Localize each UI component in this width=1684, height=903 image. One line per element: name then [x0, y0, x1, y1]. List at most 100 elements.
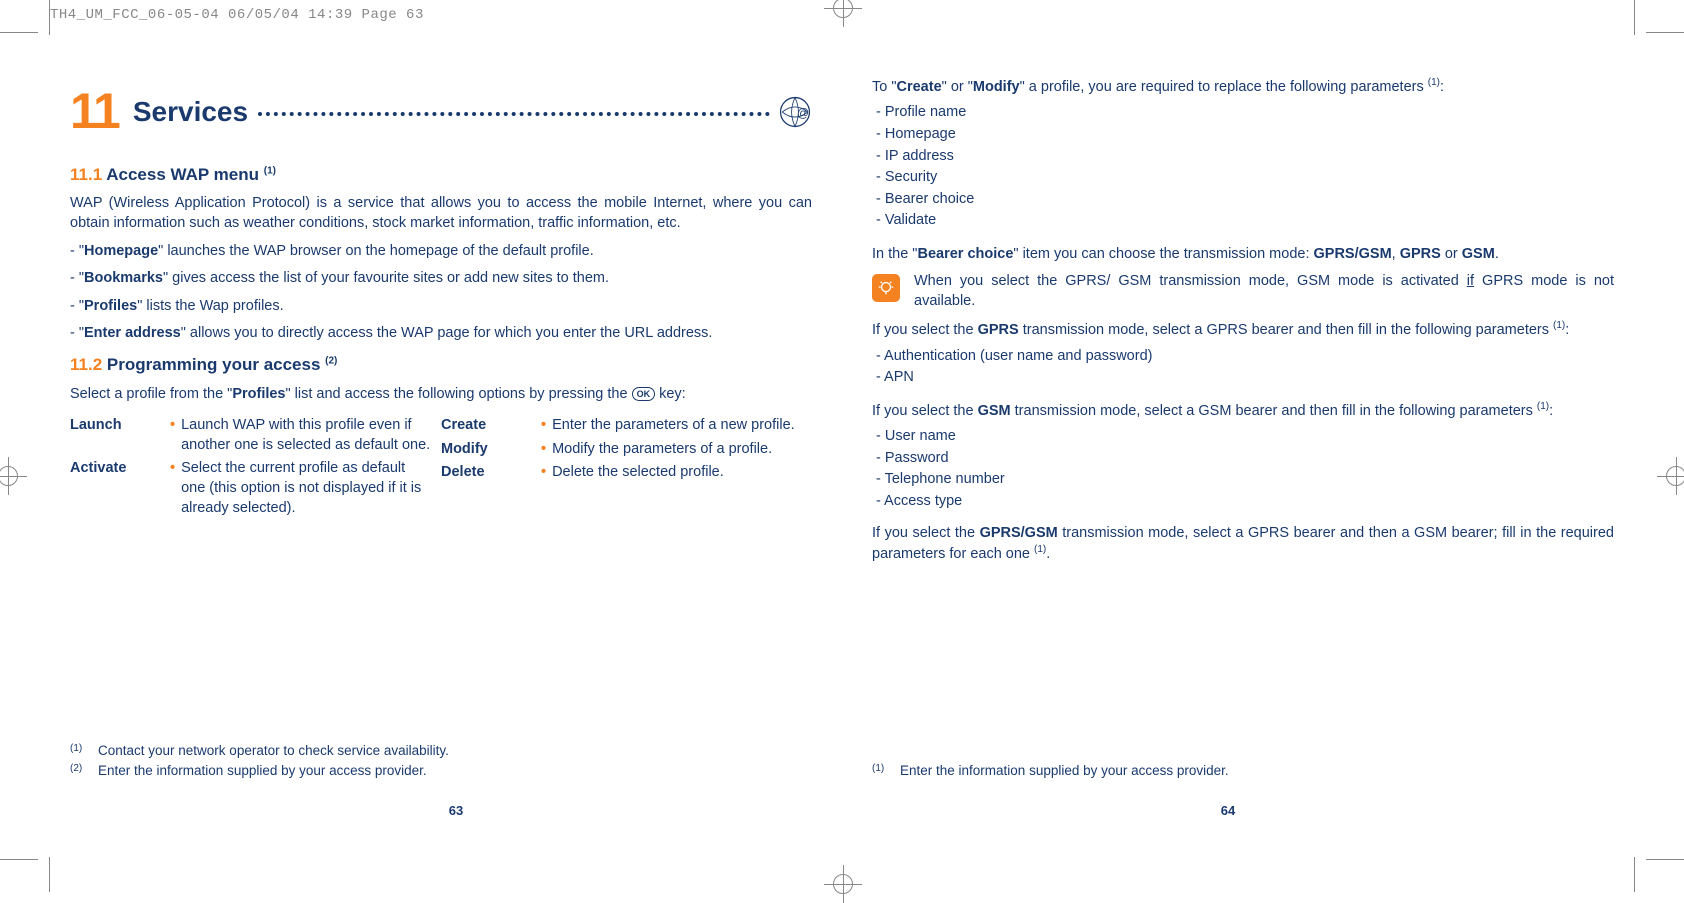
- footnote-ref: (1): [1553, 320, 1565, 331]
- list-item: - APN: [876, 368, 1614, 388]
- dotted-leader: [258, 102, 770, 116]
- footnote-marker: (1): [872, 762, 900, 780]
- option-desc: Delete the selected profile.: [552, 463, 812, 483]
- globe-at-icon: @: [778, 95, 812, 129]
- bold: GPRS: [978, 322, 1019, 338]
- crop-mark: [49, 0, 50, 35]
- footnote: (1)Enter the information supplied by you…: [872, 762, 1614, 780]
- option-row: Create•Enter the parameters of a new pro…: [441, 416, 812, 436]
- text: " list and access the following options …: [286, 386, 632, 402]
- text: In the ": [872, 246, 917, 262]
- bold: GSM: [1462, 246, 1495, 262]
- wap-intro: WAP (Wireless Application Protocol) is a…: [70, 194, 812, 233]
- list-item: - Telephone number: [876, 470, 1614, 490]
- text: Select a profile from the ": [70, 386, 232, 402]
- bold: GPRS/GSM: [1314, 246, 1392, 262]
- chapter-title: Services: [133, 93, 248, 131]
- bullet-icon: •: [541, 416, 546, 436]
- list-item: - Homepage: [876, 125, 1614, 145]
- bullet-icon: •: [541, 440, 546, 460]
- footnotes: (1)Contact your network operator to chec…: [70, 740, 812, 782]
- footnote-ref: (1): [1034, 544, 1046, 555]
- svg-text:@: @: [797, 106, 809, 120]
- page-63: 11 Services @ 11.1 Access WAP menu (1) W…: [70, 60, 842, 832]
- crop-mark: [1646, 32, 1684, 33]
- text: " or ": [942, 79, 973, 95]
- underline: if: [1467, 273, 1474, 289]
- profile-options: Launch•Launch WAP with this profile even…: [70, 412, 812, 522]
- crop-mark: [0, 859, 38, 860]
- footnote: (1)Contact your network operator to chec…: [70, 742, 812, 760]
- options-col-left: Launch•Launch WAP with this profile even…: [70, 412, 441, 522]
- print-header: TH4_UM_FCC_06-05-04 06/05/04 14:39 Page …: [50, 6, 424, 25]
- create-modify-intro: To "Create" or "Modify" a profile, you a…: [872, 76, 1614, 97]
- registration-mark: [833, 874, 853, 894]
- chapter-heading: 11 Services @: [70, 78, 812, 146]
- page-number: 63: [70, 802, 842, 820]
- bold: GSM: [978, 403, 1011, 419]
- text: When you select the GPRS/ GSM transmissi…: [914, 273, 1467, 289]
- crop-mark: [1634, 857, 1635, 892]
- bold: Bearer choice: [917, 246, 1013, 262]
- crop-mark: [0, 32, 38, 33]
- list-item: - Password: [876, 449, 1614, 469]
- footnote-text: Enter the information supplied by your a…: [900, 762, 1229, 780]
- section-title: Access WAP menu: [106, 165, 259, 184]
- gsm-params-list: - User name- Password- Telephone number-…: [872, 427, 1614, 511]
- registration-mark: [0, 466, 18, 486]
- text: transmission mode, select a GSM bearer a…: [1011, 403, 1537, 419]
- option-term: Create: [441, 416, 541, 436]
- text: If you select the: [872, 525, 980, 541]
- footnote-ref: (1): [1537, 401, 1549, 412]
- wap-menu-item: - "Profiles" lists the Wap profiles.: [70, 297, 812, 317]
- section-11-1-heading: 11.1 Access WAP menu (1): [70, 164, 812, 187]
- footnote-text: Contact your network operator to check s…: [98, 742, 449, 760]
- page-spread: 11 Services @ 11.1 Access WAP menu (1) W…: [70, 60, 1614, 832]
- list-item: - Bearer choice: [876, 190, 1614, 210]
- crop-mark: [1646, 859, 1684, 860]
- wap-menu-list: - "Homepage" launches the WAP browser on…: [70, 242, 812, 344]
- list-item: - User name: [876, 427, 1614, 447]
- list-item: - Security: [876, 168, 1614, 188]
- footnote: (2)Enter the information supplied by you…: [70, 762, 812, 780]
- page-number: 64: [842, 802, 1614, 820]
- gprs-mode-line: If you select the GPRS transmission mode…: [872, 319, 1614, 340]
- bullet-icon: •: [170, 459, 175, 518]
- page-64: To "Create" or "Modify" a profile, you a…: [842, 60, 1614, 832]
- footnote-marker: (1): [70, 742, 98, 760]
- option-term: Activate: [70, 459, 170, 518]
- gprs-params-list: - Authentication (user name and password…: [872, 347, 1614, 388]
- wap-menu-item: - "Enter address" allows you to directly…: [70, 324, 812, 344]
- bold: GPRS: [1400, 246, 1441, 262]
- text: If you select the: [872, 322, 978, 338]
- bold: Create: [897, 79, 942, 95]
- text: If you select the: [872, 403, 978, 419]
- gprs-gsm-mode-line: If you select the GPRS/GSM transmission …: [872, 524, 1614, 565]
- list-item: - IP address: [876, 147, 1614, 167]
- registration-mark: [833, 0, 853, 18]
- bullet-icon: •: [170, 416, 175, 455]
- options-col-right: Create•Enter the parameters of a new pro…: [441, 412, 812, 522]
- option-row: Launch•Launch WAP with this profile even…: [70, 416, 441, 455]
- footnote-ref: (2): [325, 355, 337, 366]
- list-item: - Validate: [876, 211, 1614, 231]
- bullet-icon: •: [541, 463, 546, 483]
- section-number: 11.1: [70, 165, 102, 184]
- wap-menu-item: - "Homepage" launches the WAP browser on…: [70, 242, 812, 262]
- ok-key-icon: OK: [632, 387, 656, 401]
- option-row: Modify•Modify the parameters of a profil…: [441, 440, 812, 460]
- option-desc: Select the current profile as default on…: [181, 459, 441, 518]
- profiles-intro: Select a profile from the "Profiles" lis…: [70, 385, 812, 405]
- gsm-mode-line: If you select the GSM transmission mode,…: [872, 400, 1614, 421]
- footnote-marker: (2): [70, 762, 98, 780]
- profile-params-list: - Profile name- Homepage- IP address- Se…: [872, 103, 1614, 230]
- chapter-number: 11: [70, 78, 119, 146]
- text: " item you can choose the transmission m…: [1013, 246, 1313, 262]
- crop-mark: [49, 857, 50, 892]
- tip-box: When you select the GPRS/ GSM transmissi…: [872, 272, 1614, 311]
- bold: GPRS/GSM: [980, 525, 1058, 541]
- text: " a profile, you are required to replace…: [1020, 79, 1428, 95]
- option-row: Delete•Delete the selected profile.: [441, 463, 812, 483]
- footnote-ref: (1): [1428, 77, 1440, 88]
- option-desc: Modify the parameters of a profile.: [552, 440, 812, 460]
